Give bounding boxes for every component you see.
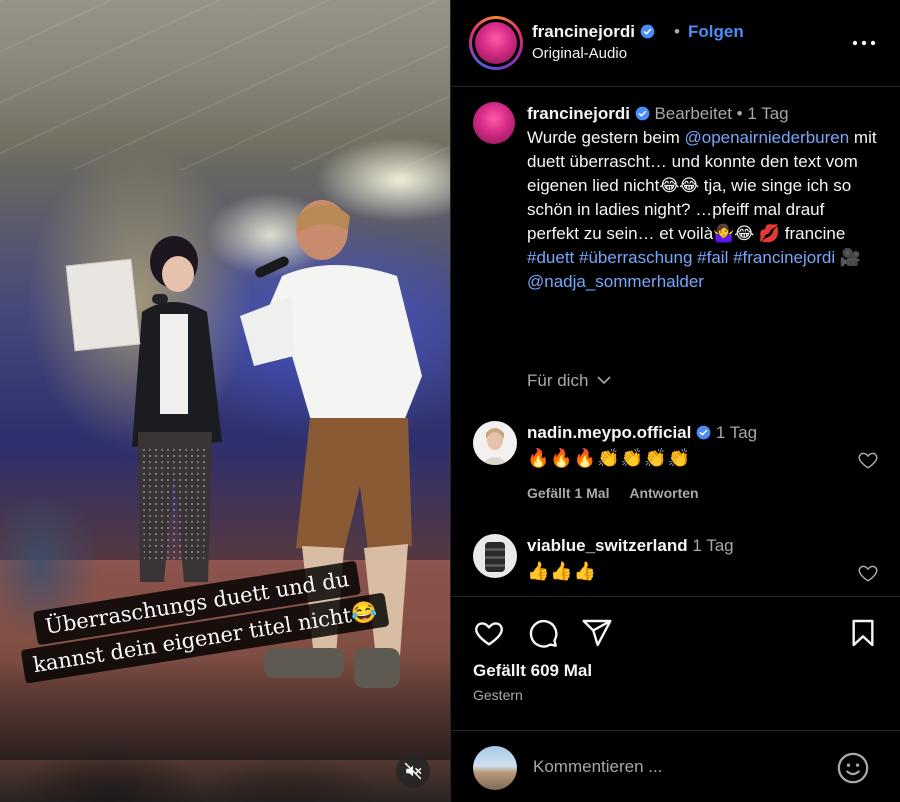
edited-label: Bearbeitet [654,104,732,123]
hashtag-link[interactable]: #francinejordi [733,248,835,267]
avatar[interactable] [473,421,517,465]
post-header: francinejordi • Folgen Original-Audio [451,0,900,87]
more-options-icon[interactable] [851,34,877,52]
post-side-panel: francinejordi • Folgen Original-Audio fr… [450,0,900,802]
mute-button[interactable] [396,754,430,788]
reply-button[interactable]: Antworten [629,485,698,501]
hashtag-link[interactable]: #duett [527,248,574,267]
speaker-muted-icon [404,762,422,780]
heart-icon[interactable] [473,617,505,649]
comment-item: nadin.meypo.official 1 Tag 🔥🔥🔥👏👏👏👏 Gefäl… [451,421,900,521]
stage-ceiling [0,0,450,170]
avatar [473,746,517,790]
comment-username[interactable]: viablue_switzerland [527,536,688,555]
lyrics-sheet [65,258,141,352]
comment-time: 1 Tag [715,423,758,442]
caption-username[interactable]: francinejordi [527,104,630,123]
hashtag-link[interactable]: #fail [697,248,728,267]
comment-bubble-icon[interactable] [527,617,559,649]
paper-plane-icon[interactable] [581,617,613,649]
follow-button[interactable]: Folgen [688,22,744,42]
comment-input[interactable]: Kommentieren ... [533,757,662,777]
audio-link[interactable]: Original-Audio [532,45,627,62]
chevron-down-icon [597,376,611,385]
caption-text-part: 🎥 [835,248,862,267]
verified-badge-icon [696,425,711,440]
for-you-toggle[interactable]: Für dich [527,371,611,391]
verified-badge-icon [640,24,655,39]
hashtag-link[interactable]: #überraschung [579,248,692,267]
post-author[interactable]: francinejordi [532,22,655,42]
smiley-icon[interactable] [836,751,870,785]
comment-item: viablue_switzerland 1 Tag 👍👍👍 [451,534,900,596]
mention-link[interactable]: @openairniederburen [684,128,849,147]
story-ring-avatar[interactable] [469,16,523,70]
audience-foreground [0,700,450,802]
caption-time[interactable]: 1 Tag [747,104,788,123]
separator-dot: • [736,104,743,123]
caption-avatar[interactable] [473,102,515,144]
avatar[interactable] [473,534,517,578]
reel-video[interactable]: Überraschungs duett und du kannst dein e… [0,0,450,802]
verified-badge-icon [635,106,650,121]
likes-count[interactable]: Gefällt 609 Mal [473,661,592,681]
comment-username[interactable]: nadin.meypo.official [527,423,691,442]
heart-icon[interactable] [857,562,879,584]
post-date: Gestern [473,687,523,703]
comment-composer: Kommentieren ... [451,730,900,802]
mention-link[interactable]: @nadja_sommerhalder [527,272,704,291]
avatar [475,22,517,64]
for-you-label: Für dich [527,371,589,390]
comment-time: 1 Tag [692,536,734,555]
comments-scroll-area[interactable]: francinejordi Bearbeitet • 1 Tag Wurde g… [451,88,900,596]
separator-dot: • [674,22,680,41]
post-caption: francinejordi Bearbeitet • 1 Tag Wurde g… [527,102,877,294]
post-author-username[interactable]: francinejordi [532,22,635,41]
caption-text-part: Wurde gestern beim [527,128,685,147]
comment-likes[interactable]: Gefällt 1 Mal [527,485,609,501]
post-actions: Gefällt 609 Mal Gestern [451,596,900,714]
heart-icon[interactable] [857,449,879,471]
comment-text: 🔥🔥🔥👏👏👏👏 [527,448,691,468]
comment-text: 👍👍👍 [527,561,598,581]
bookmark-icon[interactable] [847,617,879,649]
